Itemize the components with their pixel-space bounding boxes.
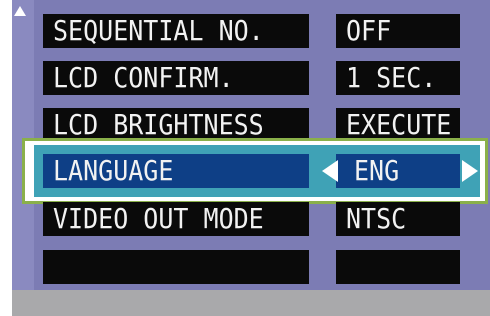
- menu-item-value: EXECUTE: [346, 108, 452, 141]
- menu-value-lcd-brightness[interactable]: EXECUTE: [336, 108, 460, 142]
- menu-value-video-out-mode[interactable]: NTSC: [336, 202, 460, 236]
- menu-item-empty: [43, 250, 309, 284]
- menu-item-label: SEQUENTIAL NO.: [53, 14, 264, 47]
- menu-value-lcd-confirm[interactable]: 1 SEC.: [336, 61, 460, 95]
- menu-item-value: NTSC: [346, 202, 407, 235]
- menu-item-language[interactable]: LANGUAGE: [43, 154, 309, 188]
- menu-value-sequential-no[interactable]: OFF: [336, 14, 460, 48]
- arrow-right-icon[interactable]: [462, 160, 478, 182]
- menu-value-empty: [336, 250, 460, 284]
- menu-item-video-out-mode[interactable]: VIDEO OUT MODE: [43, 202, 309, 236]
- menu-item-value: OFF: [346, 14, 392, 47]
- menu-item-value: 1 SEC.: [346, 61, 437, 94]
- menu-item-label: LANGUAGE: [53, 154, 174, 187]
- menu-value-language[interactable]: ENG: [336, 154, 460, 188]
- menu-item-sequential-no[interactable]: SEQUENTIAL NO.: [43, 14, 309, 48]
- menu-item-lcd-confirm[interactable]: LCD CONFIRM.: [43, 61, 309, 95]
- menu-item-label: LCD CONFIRM.: [53, 61, 234, 94]
- menu-item-lcd-brightness[interactable]: LCD BRIGHTNESS: [43, 108, 309, 142]
- menu-item-label: VIDEO OUT MODE: [53, 202, 264, 235]
- arrow-left-icon[interactable]: [322, 160, 338, 182]
- menu-item-label: LCD BRIGHTNESS: [53, 108, 264, 141]
- status-bar: [12, 290, 490, 316]
- scroll-up-arrow-icon[interactable]: [14, 6, 26, 16]
- menu-item-value: ENG: [354, 154, 400, 187]
